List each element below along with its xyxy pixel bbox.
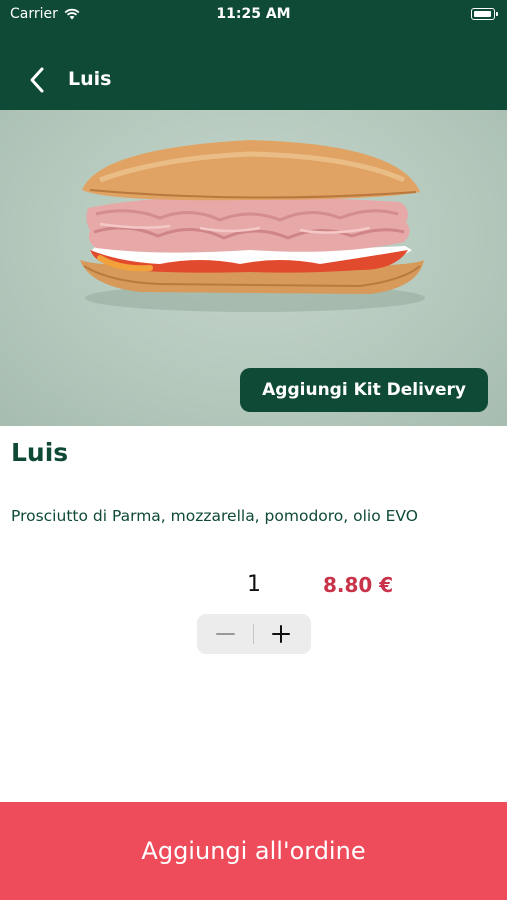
plus-icon (272, 625, 290, 643)
increase-quantity-button[interactable] (254, 614, 311, 654)
battery-icon (471, 8, 498, 20)
minus-icon (216, 633, 235, 635)
nav-title: Luis (68, 68, 112, 90)
quantity-stepper (197, 614, 311, 654)
status-time: 11:25 AM (216, 6, 291, 22)
back-button[interactable] (24, 66, 52, 94)
quantity-value: 1 (247, 572, 261, 597)
chevron-left-icon (30, 67, 44, 93)
product-description: Prosciutto di Parma, mozzarella, pomodor… (11, 507, 418, 525)
product-image: Aggiungi Kit Delivery (0, 110, 507, 426)
product-price: 8.80 € (323, 573, 394, 597)
add-kit-delivery-button[interactable]: Aggiungi Kit Delivery (240, 368, 488, 412)
status-bar: Carrier 11:25 AM (0, 0, 507, 30)
nav-bar: Luis (0, 30, 507, 110)
decrease-quantity-button[interactable] (197, 614, 254, 654)
add-to-order-button[interactable]: Aggiungi all'ordine (0, 802, 507, 900)
product-name: Luis (11, 438, 69, 467)
